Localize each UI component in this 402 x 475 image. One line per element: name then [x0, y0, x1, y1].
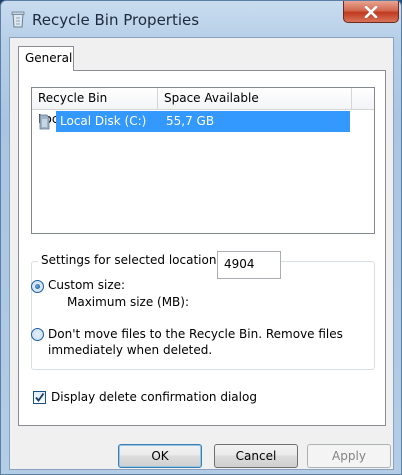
recycle-bin-properties-window: Recycle Bin Properties General Recycle B… [0, 0, 402, 475]
custom-size-radio[interactable] [31, 280, 44, 293]
confirm-dialog-checkbox[interactable] [33, 391, 46, 404]
dont-move-radio[interactable] [31, 328, 44, 341]
column-header-space[interactable]: Space Available [158, 88, 352, 109]
location-cell: Local Disk (C:) [60, 114, 147, 128]
column-header-location[interactable]: Recycle Bin Location [32, 88, 158, 126]
max-size-label: Maximum size (MB): [67, 295, 190, 309]
max-size-input[interactable]: 4904 [217, 251, 281, 279]
dont-move-label-line2: immediately when deleted. [48, 343, 213, 357]
list-header: Recycle Bin Location Space Available [32, 88, 374, 126]
checkmark-icon [35, 392, 45, 402]
dont-move-label-line1: Don't move files to the Recycle Bin. Rem… [48, 327, 343, 341]
space-cell: 55,7 GB [166, 114, 215, 128]
drive-icon [39, 114, 50, 130]
general-tab-page: Recycle Bin Location Space Available Loc… [18, 70, 386, 426]
close-button[interactable] [343, 1, 399, 23]
tab-general[interactable]: General [18, 46, 74, 71]
cancel-button[interactable]: Cancel [214, 444, 298, 468]
title-bar[interactable]: Recycle Bin Properties [1, 1, 401, 37]
tab-general-label: General [25, 51, 73, 65]
recycle-bin-icon [11, 11, 25, 28]
list-item[interactable]: Local Disk (C:) 55,7 GB [32, 111, 374, 132]
ok-button[interactable]: OK [118, 444, 202, 468]
apply-button[interactable]: Apply [307, 444, 391, 468]
dialog-client-area: General Recycle Bin Location Space Avail… [9, 37, 394, 470]
confirm-dialog-label: Display delete confirmation dialog [51, 390, 257, 404]
custom-size-label: Custom size: [48, 278, 126, 292]
window-title: Recycle Bin Properties [32, 11, 200, 29]
max-size-value: 4904 [224, 257, 255, 271]
location-list[interactable]: Recycle Bin Location Space Available Loc… [31, 87, 375, 234]
settings-group-label: Settings for selected location [38, 253, 220, 267]
close-icon [364, 5, 378, 18]
